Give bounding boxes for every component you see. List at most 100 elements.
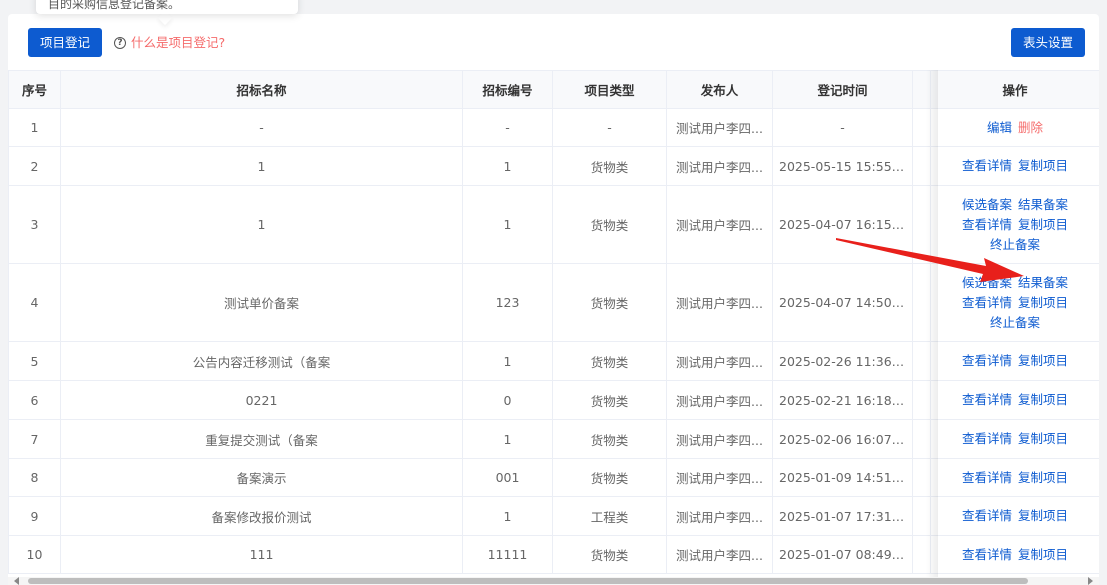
table-row: 7 重复提交测试（备案 1 货物类 测试用户李四... 2025-02-06 16:07:… [8, 419, 1099, 459]
cell-type: 货物类 [552, 535, 667, 574]
table-row: 6 0221 0 货物类 测试用户李四... 2025-02-21 16:18:27 查看详… [8, 380, 1099, 420]
tooltip: 目的采购信息登记备案。 [36, 0, 298, 14]
cell-name: 备案修改报价测试 [60, 496, 463, 536]
cell-code: 1 [462, 146, 553, 186]
cell-name: - [60, 108, 463, 147]
cell-type: 货物类 [552, 380, 667, 420]
action-link[interactable]: 查看详情 [962, 392, 1012, 407]
table-row: 1- - - 测试用户李四... - 编辑 删除 [8, 108, 1099, 147]
cell-publisher: 测试用户李四... [666, 535, 773, 574]
cell-seq: 9 [8, 496, 61, 536]
action-link[interactable]: 编辑 [987, 120, 1012, 135]
horizontal-scrollbar[interactable] [8, 577, 1099, 585]
cell-ops: 查看详情 复制项目 [930, 535, 1099, 574]
action-link[interactable]: 查看详情 [962, 158, 1012, 173]
cell-seq: 2 [8, 146, 61, 186]
cell-seq: 10 [8, 535, 61, 574]
action-link[interactable]: 复制项目 [1018, 431, 1068, 446]
help-link-label: 什么是项目登记? [131, 35, 226, 50]
cell-name: 测试单价备案 [60, 263, 463, 342]
cell-time: 2025-01-09 14:51:09 [772, 458, 913, 497]
cell-publisher: 测试用户李四... [666, 146, 773, 186]
cell-seq: 5 [8, 341, 61, 381]
cell-type: - [552, 108, 667, 147]
action-link[interactable]: 复制项目 [1018, 470, 1068, 485]
help-link[interactable]: ? 什么是项目登记? [114, 28, 225, 57]
scrollbar-thumb[interactable] [28, 578, 1028, 584]
cell-seq: 8 [8, 458, 61, 497]
cell-time: 2025-05-15 15:55:59 [772, 146, 913, 186]
cell-name: 0221 [60, 380, 463, 420]
table-header-row: 序号 招标名称 招标编号 项目类型 发布人 登记时间 操作 [8, 70, 1099, 109]
action-link[interactable]: 查看详情 [962, 547, 1012, 562]
header-spacer [912, 70, 931, 109]
table-body: 1- - - 测试用户李四... - 编辑 删除 2 1 1 货物类 测试用户李四... 2025-05… [8, 108, 1099, 574]
ops-line: 编辑 删除 [937, 118, 1093, 138]
table-row: 5 公告内容迁移测试（备案 1 货物类 测试用户李四... 2025-02-26 11:3… [8, 341, 1099, 381]
cell-type: 货物类 [552, 263, 667, 342]
cell-publisher: 测试用户李四... [666, 419, 773, 459]
main-panel: 项目登记 ? 什么是项目登记? 表头设置 序号 招标名称 招标编号 项目类型 发… [8, 14, 1099, 585]
caret-left-icon[interactable] [14, 577, 19, 585]
cell-spacer [912, 419, 931, 459]
action-link[interactable]: 结果备案 [1018, 197, 1068, 212]
action-link[interactable]: 候选备案 [962, 197, 1012, 212]
toolbar: 项目登记 ? 什么是项目登记? 表头设置 [8, 14, 1099, 70]
cell-time: 2025-01-07 08:49:41 [772, 535, 913, 574]
action-link[interactable]: 查看详情 [962, 508, 1012, 523]
cell-name: 1 [60, 146, 463, 186]
cell-code: 1 [462, 341, 553, 381]
header-name: 招标名称 [60, 70, 463, 109]
cell-name: 公告内容迁移测试（备案 [60, 341, 463, 381]
table-row: 2 1 1 货物类 测试用户李四... 2025-05-15 15:55:59 查看详情 复制… [8, 146, 1099, 186]
cell-ops: 查看详情 复制项目 [930, 146, 1099, 186]
cell-publisher: 测试用户李四... [666, 458, 773, 497]
action-link[interactable]: 复制项目 [1018, 508, 1068, 523]
action-link[interactable]: 复制项目 [1018, 158, 1068, 173]
action-link[interactable]: 查看详情 [962, 470, 1012, 485]
cell-time: 2025-02-06 16:07:24 [772, 419, 913, 459]
cell-type: 货物类 [552, 458, 667, 497]
ops-line: 查看详情 复制项目 [937, 293, 1093, 313]
action-link[interactable]: 终止备案 [990, 315, 1040, 330]
header-seq: 序号 [8, 70, 61, 109]
cell-spacer [912, 108, 931, 147]
ops-line: 查看详情 复制项目 [937, 506, 1093, 526]
cell-code: 123 [462, 263, 553, 342]
header-publisher: 发布人 [666, 70, 773, 109]
ops-line: 候选备案 结果备案 [937, 195, 1093, 215]
cell-code: 1 [462, 419, 553, 459]
action-link[interactable]: 查看详情 [962, 431, 1012, 446]
cell-type: 货物类 [552, 146, 667, 186]
cell-time: 2025-02-21 16:18:27 [772, 380, 913, 420]
cell-code: 001 [462, 458, 553, 497]
cell-ops: 编辑 删除 [930, 108, 1099, 147]
caret-right-icon[interactable] [1088, 577, 1093, 585]
cell-seq: 4 [8, 263, 61, 342]
register-project-button[interactable]: 项目登记 [28, 28, 103, 57]
cell-type: 货物类 [552, 419, 667, 459]
action-link[interactable]: 查看详情 [962, 353, 1012, 368]
ops-line: 查看详情 复制项目 [937, 156, 1093, 176]
ops-line: 查看详情 复制项目 [937, 351, 1093, 371]
table-row: 9 备案修改报价测试 1 工程类 测试用户李四... 2025-01-07 17:31:4… [8, 496, 1099, 536]
cell-publisher: 测试用户李四... [666, 263, 773, 342]
cell-publisher: 测试用户李四... [666, 496, 773, 536]
cell-ops: 查看详情 复制项目 [930, 380, 1099, 420]
ops-line: 查看详情 复制项目 [937, 468, 1093, 488]
cell-code: 1 [462, 185, 553, 264]
action-link[interactable]: 复制项目 [1018, 295, 1068, 310]
cell-name: 111 [60, 535, 463, 574]
red-arrow-annotation [836, 238, 1024, 282]
ops-line: 查看详情 复制项目 [937, 545, 1093, 565]
action-link[interactable]: 复制项目 [1018, 392, 1068, 407]
cell-seq: 6 [8, 380, 61, 420]
action-link[interactable]: 查看详情 [962, 295, 1012, 310]
action-link[interactable]: 复制项目 [1018, 547, 1068, 562]
header-settings-button[interactable]: 表头设置 [1010, 28, 1085, 57]
ops-line: 查看详情 复制项目 [937, 429, 1093, 449]
action-link[interactable]: 删除 [1018, 120, 1043, 135]
cell-ops: 查看详情 复制项目 [930, 341, 1099, 381]
action-link[interactable]: 复制项目 [1018, 353, 1068, 368]
cell-spacer [912, 341, 931, 381]
